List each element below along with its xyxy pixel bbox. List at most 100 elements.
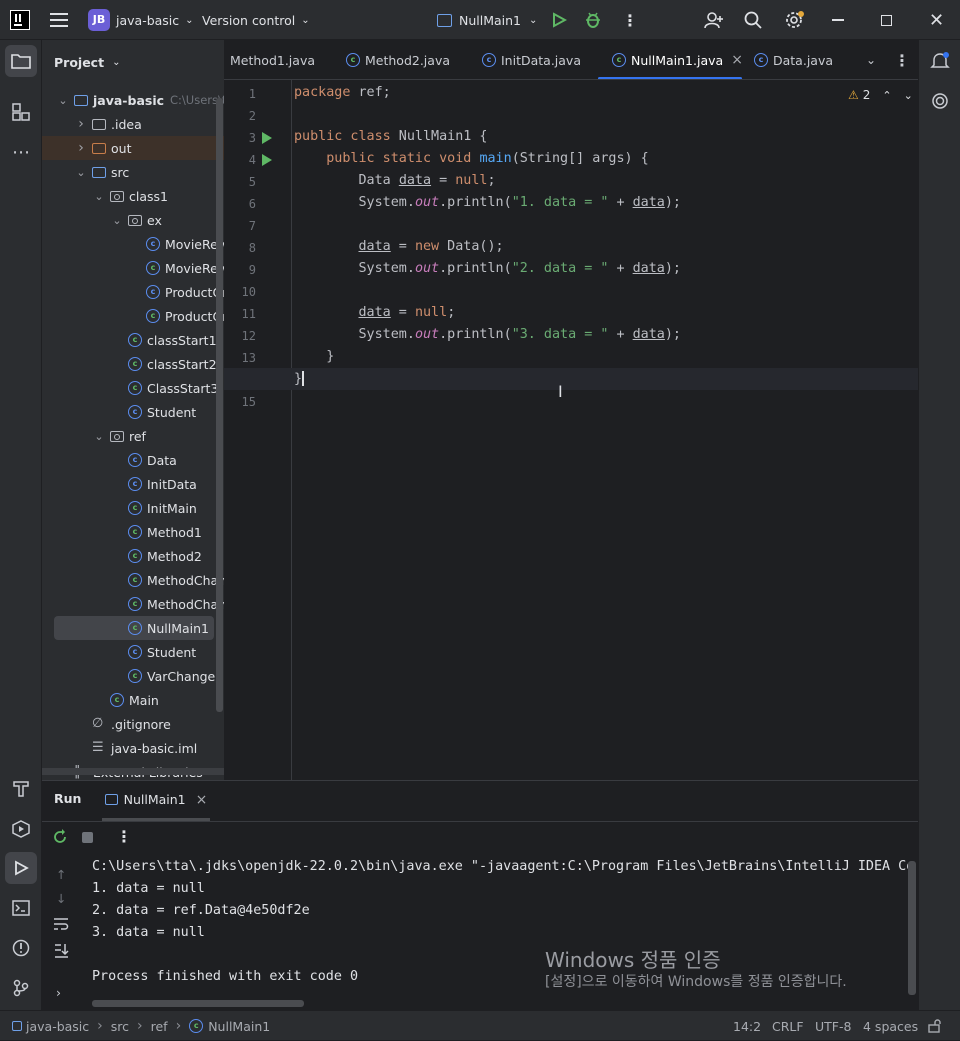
- indent-setting[interactable]: 4 spaces: [863, 1011, 918, 1041]
- run-icon[interactable]: [551, 0, 567, 40]
- project-widget[interactable]: JB java-basic ⌄: [88, 0, 194, 40]
- tree-item[interactable]: c ProductOr: [146, 304, 224, 328]
- chevron-right-icon[interactable]: ›: [74, 140, 88, 156]
- run-more-icon[interactable]: ⋮: [116, 827, 132, 846]
- breadcrumb-item[interactable]: c NullMain1: [189, 1019, 270, 1034]
- tree-item[interactable]: c ClassStart3: [128, 376, 218, 400]
- more-actions-icon[interactable]: ⋮: [622, 0, 638, 40]
- search-icon[interactable]: [744, 0, 762, 40]
- problems-icon[interactable]: [5, 932, 37, 964]
- tab-method1[interactable]: Method1.java: [230, 40, 315, 79]
- chevron-down-icon[interactable]: ⌄: [904, 89, 913, 102]
- breadcrumb-item[interactable]: ref: [151, 1019, 168, 1034]
- tree-item[interactable]: c Main: [110, 688, 159, 712]
- chevron-up-icon[interactable]: ⌃: [882, 89, 891, 102]
- project-folder-icon[interactable]: [5, 45, 37, 77]
- services-icon[interactable]: [5, 813, 37, 845]
- tree-item[interactable]: ☰ java-basic.iml: [92, 736, 197, 760]
- close-window-icon[interactable]: ✕: [929, 0, 944, 40]
- tree-item[interactable]: c Data: [128, 448, 177, 472]
- tree-item[interactable]: c InitMain: [128, 496, 197, 520]
- tabs-dropdown-icon[interactable]: ⌄: [866, 40, 876, 79]
- tab-label: Method1.java: [230, 52, 315, 68]
- tree-item[interactable]: c VarChange2: [128, 664, 223, 688]
- inspection-widget[interactable]: ⚠ 2 ⌃ ⌄: [848, 88, 913, 102]
- tree-item[interactable]: › out: [74, 136, 131, 160]
- breadcrumb-item[interactable]: java-basic: [12, 1019, 89, 1034]
- caret-position[interactable]: 14:2: [733, 1011, 761, 1041]
- stop-icon[interactable]: [82, 832, 93, 843]
- tab-method2[interactable]: c Method2.java: [346, 40, 450, 79]
- tab-initdata[interactable]: c InitData.java: [482, 40, 581, 79]
- build-hammer-icon[interactable]: [5, 772, 37, 804]
- tree-item[interactable]: ⌄ ex: [110, 208, 161, 232]
- tree-item[interactable]: c ProductOr: [146, 280, 224, 304]
- more-tools-icon[interactable]: ⋯: [5, 136, 37, 168]
- tree-item[interactable]: ⌄ src: [74, 160, 129, 184]
- run-config-widget[interactable]: NullMain1 ⌄: [437, 0, 537, 40]
- terminal-icon[interactable]: [5, 892, 37, 924]
- tab-nullmain1[interactable]: c NullMain1.java ×: [598, 40, 743, 79]
- tree-item[interactable]: c NullMain1: [128, 616, 209, 640]
- tree-item[interactable]: c MovieRevi: [146, 232, 224, 256]
- tree-item[interactable]: c MethodChang: [128, 568, 224, 592]
- add-user-icon[interactable]: [704, 0, 724, 40]
- file-encoding[interactable]: UTF-8: [815, 1011, 851, 1041]
- tree-item[interactable]: ⌄ ref: [92, 424, 146, 448]
- tree-item[interactable]: c MovieRevi: [146, 256, 224, 280]
- lock-icon[interactable]: [928, 1011, 942, 1041]
- run-tab-nullmain1[interactable]: NullMain1 ×: [102, 781, 210, 821]
- tree-item[interactable]: ∅ .gitignore: [92, 712, 171, 736]
- chevron-down-icon[interactable]: ⌄: [110, 214, 124, 227]
- tree-item-label: NullMain1: [147, 620, 210, 636]
- line-separator[interactable]: CRLF: [772, 1011, 804, 1041]
- run-tab-close-icon[interactable]: ×: [196, 792, 208, 808]
- tree-item[interactable]: c MethodChang: [128, 592, 224, 616]
- run-gutter-icon[interactable]: [262, 132, 272, 144]
- minimize-icon[interactable]: [832, 0, 844, 40]
- project-panel-header[interactable]: Project ⌄: [54, 50, 120, 74]
- console-vscrollbar[interactable]: [908, 861, 916, 995]
- project-panel: Project ⌄ ⌄java-basicC:\Users\tta›.idea›…: [42, 40, 224, 780]
- expand-icon[interactable]: ›: [56, 985, 61, 1000]
- rerun-icon[interactable]: [52, 829, 68, 848]
- settings-gear-icon[interactable]: [784, 0, 804, 40]
- tree-item[interactable]: c classStart2: [128, 352, 217, 376]
- breadcrumb-item[interactable]: src: [111, 1019, 129, 1034]
- main-menu-icon[interactable]: [50, 0, 68, 40]
- tree-item[interactable]: c Student: [128, 400, 196, 424]
- tree-scrollbar[interactable]: [216, 98, 223, 712]
- chevron-right-icon[interactable]: ›: [74, 116, 88, 132]
- tabs-more-icon[interactable]: ⋮: [894, 40, 910, 79]
- tab-data[interactable]: c Data.java: [754, 40, 833, 79]
- tree-item[interactable]: ⌄ class1: [92, 184, 168, 208]
- app-logo-icon[interactable]: [10, 0, 30, 40]
- tree-item[interactable]: c Method1: [128, 520, 202, 544]
- soft-wrap-icon[interactable]: [53, 917, 69, 934]
- run-tool-icon[interactable]: [5, 852, 37, 884]
- tree-item[interactable]: c Method2: [128, 544, 202, 568]
- vcs-widget[interactable]: Version control ⌄: [202, 0, 310, 40]
- git-icon[interactable]: [5, 972, 37, 1004]
- scroll-to-end-icon[interactable]: [53, 943, 69, 962]
- scroll-up-icon[interactable]: ↑: [56, 867, 66, 882]
- run-gutter-icon[interactable]: [262, 154, 272, 166]
- structure-icon[interactable]: [5, 96, 37, 128]
- tree-item[interactable]: c classStart1: [128, 328, 217, 352]
- console-hscrollbar[interactable]: [92, 1000, 304, 1007]
- notifications-bell-icon[interactable]: [924, 45, 956, 77]
- tab-close-icon[interactable]: ×: [731, 52, 743, 68]
- chevron-down-icon[interactable]: ⌄: [92, 190, 106, 203]
- chevron-down-icon[interactable]: ⌄: [56, 94, 70, 107]
- tree-item[interactable]: › .idea: [74, 112, 142, 136]
- maximize-icon[interactable]: [881, 0, 892, 40]
- chevron-down-icon[interactable]: ⌄: [74, 166, 88, 179]
- ai-assistant-icon[interactable]: [924, 85, 956, 117]
- tree-item[interactable]: c InitData: [128, 472, 197, 496]
- chevron-down-icon[interactable]: ⌄: [92, 430, 106, 443]
- tree-item[interactable]: c Student: [128, 640, 196, 664]
- debug-icon[interactable]: [584, 0, 602, 40]
- tree-hscrollbar[interactable]: [42, 768, 224, 775]
- tree-item[interactable]: ⌄java-basicC:\Users\tta: [56, 88, 224, 112]
- scroll-down-icon[interactable]: ↓: [56, 891, 66, 906]
